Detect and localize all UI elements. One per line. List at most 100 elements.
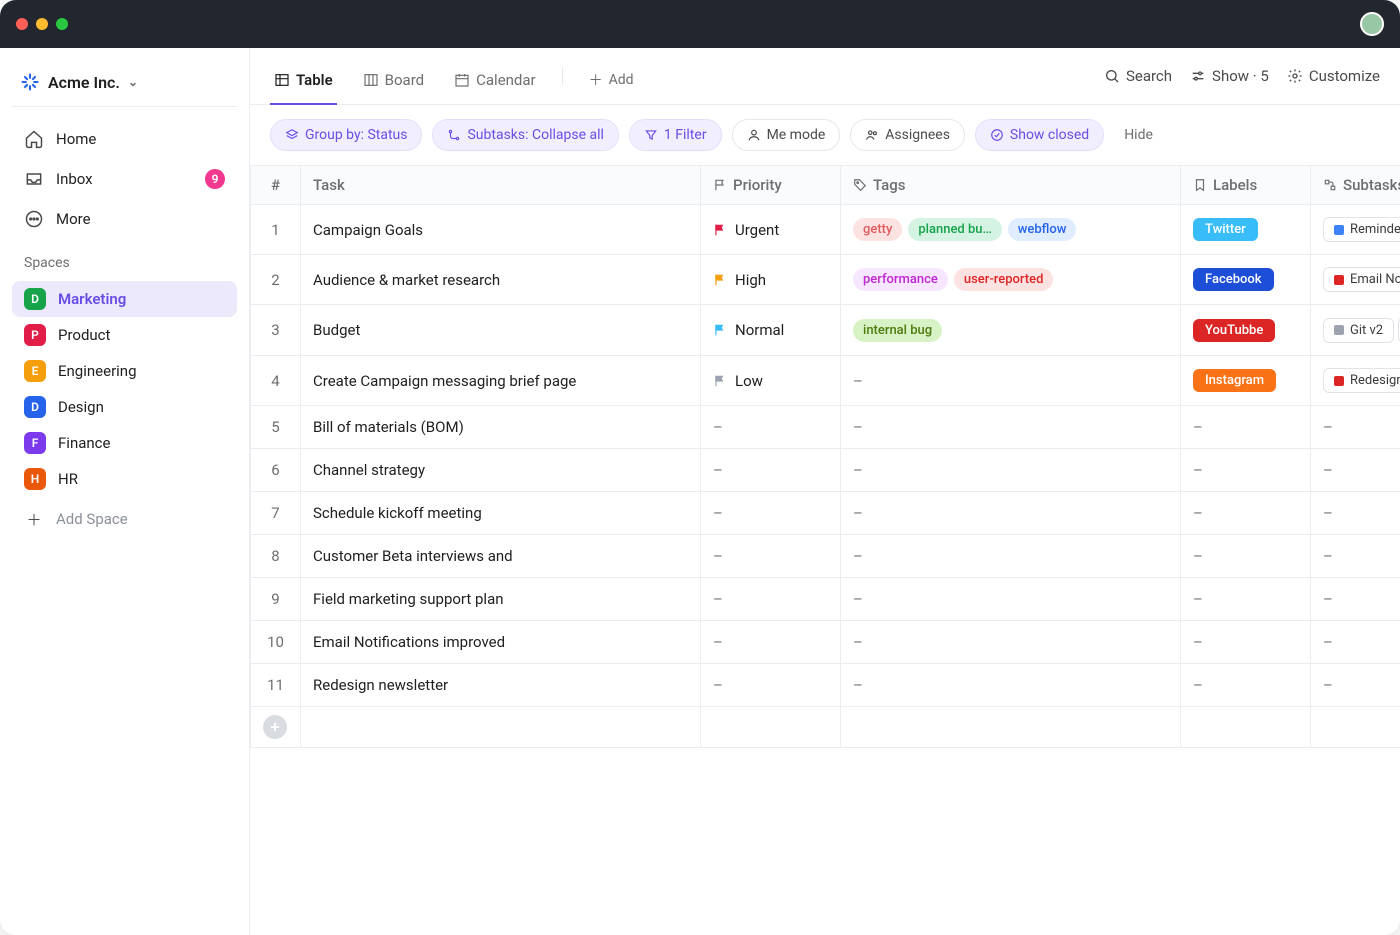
cell-task[interactable]: Campaign Goals [301, 205, 701, 255]
cell-subtasks[interactable]: – [1311, 406, 1400, 449]
add-row[interactable] [251, 707, 1400, 748]
cell-labels[interactable]: – [1181, 621, 1311, 664]
nav-more[interactable]: More [12, 201, 237, 237]
cell-tags[interactable]: – [841, 449, 1181, 492]
cell-tags[interactable]: – [841, 356, 1181, 406]
cell-subtasks[interactable]: Reminders for [1311, 205, 1400, 255]
nav-inbox[interactable]: Inbox 9 [12, 161, 237, 197]
cell-task[interactable]: Bill of materials (BOM) [301, 406, 701, 449]
minimize-window-button[interactable] [36, 18, 48, 30]
customize-button[interactable]: Customize [1287, 67, 1380, 85]
col-header-priority[interactable]: Priority [701, 166, 841, 205]
cell-tags[interactable]: – [841, 492, 1181, 535]
cell-subtasks[interactable]: Redesign Chro [1311, 356, 1400, 406]
tab-add-view[interactable]: ＋ Add [585, 62, 638, 104]
col-header-task[interactable]: Task [301, 166, 701, 205]
add-space-button[interactable]: ＋ Add Space [12, 501, 237, 537]
table-row[interactable]: 11Redesign newsletter–––– [251, 664, 1400, 707]
cell-labels[interactable]: – [1181, 664, 1311, 707]
add-row-button[interactable] [263, 715, 287, 739]
table-row[interactable]: 6Channel strategy–––– [251, 449, 1400, 492]
search-button[interactable]: Search [1104, 67, 1172, 85]
show-columns-button[interactable]: Show · 5 [1190, 67, 1269, 85]
cell-subtasks[interactable]: – [1311, 535, 1400, 578]
table-row[interactable]: 1Campaign GoalsUrgentgettyplanned bu…web… [251, 205, 1400, 255]
cell-priority[interactable]: Normal [701, 305, 841, 356]
cell-priority[interactable]: – [701, 449, 841, 492]
cell-labels[interactable]: Twitter [1181, 205, 1311, 255]
cell-tags[interactable]: – [841, 664, 1181, 707]
space-item-finance[interactable]: FFinance [12, 425, 237, 461]
cell-subtasks[interactable]: – [1311, 664, 1400, 707]
filter-showclosed[interactable]: Show closed [975, 119, 1104, 151]
filter-subtasks[interactable]: Subtasks: Collapse all [432, 119, 618, 151]
tab-board[interactable]: Board [359, 63, 428, 105]
cell-task[interactable]: Field marketing support plan [301, 578, 701, 621]
cell-labels[interactable]: – [1181, 535, 1311, 578]
cell-subtasks[interactable]: – [1311, 578, 1400, 621]
cell-task[interactable]: Redesign newsletter [301, 664, 701, 707]
cell-tags[interactable]: – [841, 535, 1181, 578]
table-row[interactable]: 9Field marketing support plan–––– [251, 578, 1400, 621]
filter-memode[interactable]: Me mode [732, 119, 841, 151]
cell-tags[interactable]: internal bug [841, 305, 1181, 356]
workspace-switcher[interactable]: Acme Inc. ⌄ [12, 66, 237, 107]
cell-priority[interactable]: – [701, 406, 841, 449]
cell-subtasks[interactable]: Git v2+ [1311, 305, 1400, 356]
cell-priority[interactable]: – [701, 578, 841, 621]
cell-labels[interactable]: YouTubbe [1181, 305, 1311, 356]
label-chip[interactable]: Twitter [1193, 218, 1258, 241]
cell-priority[interactable]: – [701, 492, 841, 535]
tag-chip[interactable]: user-reported [954, 268, 1054, 291]
table-row[interactable]: 5Bill of materials (BOM)–––– [251, 406, 1400, 449]
col-header-labels[interactable]: Labels [1181, 166, 1311, 205]
label-chip[interactable]: Instagram [1193, 369, 1276, 392]
col-header-tags[interactable]: Tags [841, 166, 1181, 205]
filter-count[interactable]: 1 Filter [629, 119, 722, 151]
cell-labels[interactable]: – [1181, 578, 1311, 621]
cell-labels[interactable]: – [1181, 449, 1311, 492]
tag-chip[interactable]: performance [853, 268, 948, 291]
close-window-button[interactable] [16, 18, 28, 30]
tab-calendar[interactable]: Calendar [450, 63, 540, 105]
col-header-num[interactable]: # [251, 166, 301, 205]
cell-priority[interactable]: Urgent [701, 205, 841, 255]
cell-task[interactable]: Schedule kickoff meeting [301, 492, 701, 535]
filter-groupby[interactable]: Group by: Status [270, 119, 422, 151]
cell-labels[interactable]: – [1181, 492, 1311, 535]
space-item-engineering[interactable]: EEngineering [12, 353, 237, 389]
cell-task[interactable]: Customer Beta interviews and [301, 535, 701, 578]
cell-subtasks[interactable]: Email Notificat [1311, 255, 1400, 305]
cell-task[interactable]: Channel strategy [301, 449, 701, 492]
cell-priority[interactable]: Low [701, 356, 841, 406]
subtask-chip[interactable]: Redesign Chro [1323, 368, 1400, 393]
nav-home[interactable]: Home [12, 121, 237, 157]
cell-task[interactable]: Audience & market research [301, 255, 701, 305]
table-row[interactable]: 10Email Notifications improved–––– [251, 621, 1400, 664]
subtask-chip[interactable]: Reminders for [1323, 217, 1400, 242]
label-chip[interactable]: YouTubbe [1193, 319, 1275, 342]
space-item-hr[interactable]: HHR [12, 461, 237, 497]
cell-tags[interactable]: – [841, 578, 1181, 621]
tag-chip[interactable]: planned bu… [908, 218, 1001, 241]
filter-assignees[interactable]: Assignees [850, 119, 965, 151]
table-row[interactable]: 2Audience & market researchHighperforman… [251, 255, 1400, 305]
cell-tags[interactable]: – [841, 621, 1181, 664]
table-row[interactable]: 7Schedule kickoff meeting–––– [251, 492, 1400, 535]
cell-subtasks[interactable]: – [1311, 621, 1400, 664]
cell-priority[interactable]: – [701, 535, 841, 578]
cell-tags[interactable]: performance user-reported [841, 255, 1181, 305]
cell-priority[interactable]: – [701, 664, 841, 707]
filter-hide[interactable]: Hide [1114, 120, 1163, 150]
subtask-chip[interactable]: Email Notificat [1323, 267, 1400, 292]
subtask-chip[interactable]: Git v2 [1323, 318, 1394, 343]
cell-subtasks[interactable]: – [1311, 492, 1400, 535]
tag-chip[interactable]: getty [853, 218, 902, 241]
tag-chip[interactable]: webflow [1008, 218, 1077, 241]
tag-chip[interactable]: internal bug [853, 319, 942, 342]
cell-task[interactable]: Budget [301, 305, 701, 356]
cell-task[interactable]: Create Campaign messaging brief page [301, 356, 701, 406]
cell-task[interactable]: Email Notifications improved [301, 621, 701, 664]
table-row[interactable]: 8Customer Beta interviews and–––– [251, 535, 1400, 578]
user-avatar[interactable] [1360, 12, 1384, 36]
